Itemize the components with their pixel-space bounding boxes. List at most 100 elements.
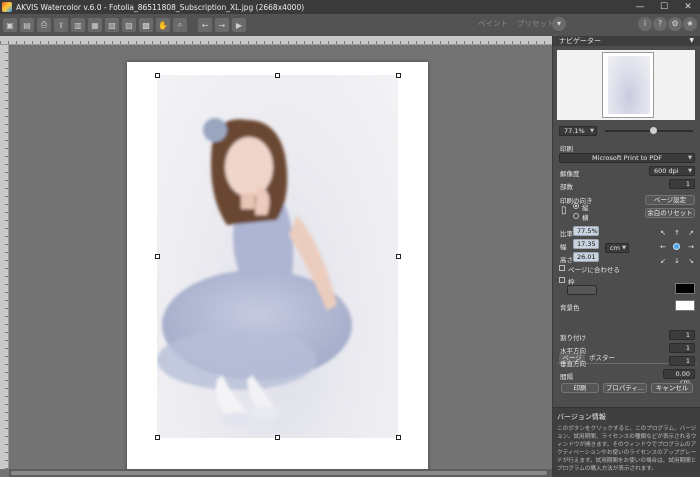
align-top-left-icon[interactable]: ↖ — [659, 229, 667, 237]
resize-handle[interactable] — [275, 435, 280, 440]
main-toolbar: ▣ ▤ ⎙ ⇪ ▥ ▦ ▧ ▨ ▩ ✋ ⌕ ← → ▶ — [0, 14, 700, 36]
resize-handle[interactable] — [155, 254, 160, 259]
open-icon[interactable]: ▣ — [3, 18, 17, 32]
window-controls: — ☐ ✕ — [628, 0, 700, 14]
chevron-down-icon: ▼ — [688, 168, 692, 174]
horizontal-label: 水平方向 — [560, 347, 586, 355]
window-title: AKVIS Watercolor v.6.0 - Fotolia_8651180… — [16, 2, 305, 12]
cancel-button[interactable]: キャンセル — [651, 383, 693, 393]
gap-field[interactable]: 0.00 cm — [663, 369, 695, 386]
redo-icon[interactable]: → — [215, 18, 229, 32]
compare-icon[interactable]: ▨ — [122, 18, 136, 32]
page-setup-button[interactable]: ページ設定 — [645, 195, 695, 205]
run-icon[interactable]: ▶ — [232, 18, 246, 32]
align-left-icon[interactable]: ← — [659, 243, 667, 251]
tab-poster[interactable]: ポスター — [587, 353, 617, 364]
align-top-icon[interactable]: ↑ — [673, 229, 681, 237]
minimize-button[interactable]: — — [628, 0, 652, 14]
portrait-painting — [157, 118, 352, 428]
batch-icon[interactable]: ▥ — [71, 18, 85, 32]
navigator-title: ナビゲーター — [559, 37, 601, 45]
undo-icon[interactable]: ← — [198, 18, 212, 32]
resize-handle[interactable] — [275, 73, 280, 78]
vertical-ruler — [0, 45, 9, 469]
canvas-area[interactable] — [0, 36, 552, 477]
align-top-right-icon[interactable]: ↗ — [687, 229, 695, 237]
app-logo-icon — [2, 2, 12, 12]
resolution-value: 600 dpi — [654, 167, 679, 175]
margin-reset-button[interactable]: 余白のリセット — [645, 208, 695, 218]
bg-color-label: 背景色 — [560, 304, 580, 312]
navigator-preview[interactable] — [557, 50, 695, 120]
tab-presets[interactable]: プリセット — [517, 18, 555, 29]
align-right-icon[interactable]: → — [687, 243, 695, 251]
chevron-down-icon: ▼ — [590, 128, 594, 134]
print-icon[interactable]: ⎙ — [37, 18, 51, 32]
landscape-radio[interactable] — [573, 213, 579, 219]
zoom-icon[interactable]: ⌕ — [173, 18, 187, 32]
settings-panel: ナビゲーター ▼ 77.1% ▼ 印刷 Microsoft Print to PD… — [552, 36, 700, 477]
vertical-field[interactable]: 1 — [669, 356, 695, 366]
pages-field[interactable]: 1 — [669, 330, 695, 340]
print-button[interactable]: 印刷 — [561, 383, 599, 393]
frame-width-field[interactable] — [567, 285, 597, 295]
align-bottom-left-icon[interactable]: ↙ — [659, 257, 667, 265]
fit-to-page-checkbox[interactable] — [559, 265, 565, 271]
zoom-value: 77.1% — [564, 127, 585, 135]
print-page — [127, 62, 428, 477]
resize-handle[interactable] — [396, 435, 401, 440]
about-icon[interactable]: i — [638, 17, 652, 31]
close-button[interactable]: ✕ — [676, 0, 700, 14]
watercolor-image[interactable] — [157, 75, 398, 438]
resize-handle[interactable] — [155, 435, 160, 440]
info-title: バージョン情報 — [557, 413, 606, 421]
printer-select[interactable]: Microsoft Print to PDF ▼ — [559, 153, 695, 163]
settings-icon[interactable]: ⚙ — [668, 17, 682, 31]
width-field[interactable]: 17.35 — [573, 239, 599, 249]
zoom-slider[interactable] — [605, 130, 693, 132]
gap-label: 間隔 — [560, 373, 573, 381]
maximize-button[interactable]: ☐ — [652, 0, 676, 14]
image-icon[interactable]: ▧ — [105, 18, 119, 32]
collapse-icon[interactable]: ▼ — [689, 36, 694, 46]
share-icon[interactable]: ⇪ — [54, 18, 68, 32]
unit-select[interactable]: cm ▼ — [605, 243, 629, 253]
page-icon: ▯ — [561, 205, 567, 216]
resize-handle[interactable] — [396, 73, 401, 78]
align-center-icon[interactable] — [673, 243, 680, 250]
resolution-label: 解像度 — [560, 170, 580, 178]
align-bottom-right-icon[interactable]: ↘ — [687, 257, 695, 265]
height-label: 高さ — [560, 256, 573, 264]
copies-field[interactable]: 1 — [669, 179, 695, 189]
tab-paint[interactable]: ペイント — [478, 18, 508, 29]
scale-field[interactable]: 77.5% — [573, 226, 599, 236]
info-panel: バージョン情報 このボタンをクリックすると、このプログラム、バージョン、試用期間… — [553, 407, 700, 477]
crop-icon[interactable]: ▩ — [139, 18, 153, 32]
bg-color-swatch[interactable] — [675, 300, 695, 311]
frame-color-swatch[interactable] — [675, 283, 695, 294]
resize-handle[interactable] — [155, 73, 160, 78]
horizontal-scrollbar[interactable] — [9, 469, 552, 477]
save-icon[interactable]: ▤ — [20, 18, 34, 32]
print-section-label: 印刷 — [560, 145, 573, 153]
info-icon[interactable]: ★ — [683, 17, 697, 31]
frame-checkbox[interactable] — [559, 277, 565, 283]
canvas-icon[interactable]: ▦ — [88, 18, 102, 32]
height-field[interactable]: 26.01 — [573, 252, 599, 262]
horizontal-field[interactable]: 1 — [669, 343, 695, 353]
portrait-radio[interactable] — [573, 203, 579, 209]
title-bar: AKVIS Watercolor v.6.0 - Fotolia_8651180… — [0, 0, 700, 14]
unit-value: cm — [610, 244, 620, 252]
chevron-down-icon: ▼ — [688, 155, 692, 161]
resolution-select[interactable]: 600 dpi ▼ — [649, 166, 695, 176]
scale-label: 比率 — [560, 230, 573, 238]
resize-handle[interactable] — [396, 254, 401, 259]
properties-button[interactable]: プロパティ... — [603, 383, 647, 393]
align-bottom-icon[interactable]: ↓ — [673, 257, 681, 265]
hand-icon[interactable]: ✋ — [156, 18, 170, 32]
scrollbar-thumb[interactable] — [11, 471, 547, 475]
zoom-select[interactable]: 77.1% ▼ — [559, 126, 597, 136]
preset-menu-icon[interactable]: ▾ — [552, 17, 566, 31]
help-icon[interactable]: ? — [653, 17, 667, 31]
zoom-slider-handle[interactable] — [650, 127, 658, 134]
